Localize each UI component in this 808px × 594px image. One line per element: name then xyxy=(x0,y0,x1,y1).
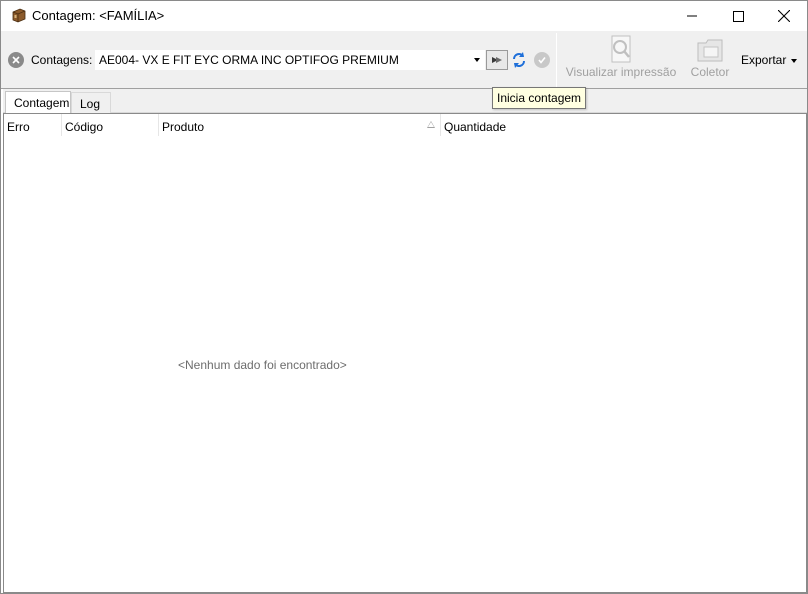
empty-grid-message: <Nenhum dado foi encontrado> xyxy=(178,358,347,372)
start-count-button[interactable] xyxy=(486,50,508,70)
tab-contagem[interactable]: Contagem xyxy=(5,91,71,114)
magnifier-preview-icon xyxy=(611,35,631,63)
tab-strip: Contagem Log xyxy=(3,89,807,114)
data-grid[interactable]: Erro Código Produto Quantidade <Nenhum d… xyxy=(3,113,807,593)
contagens-dropdown[interactable]: AE004- VX E FIT EYC ORMA INC OPTIFOG PRE… xyxy=(95,50,485,70)
export-label: Exportar xyxy=(741,53,787,67)
window-title: Contagem: <FAMÍLIA> xyxy=(32,8,165,23)
minimize-icon xyxy=(687,15,697,17)
coletor-button[interactable]: Coletor xyxy=(685,35,735,79)
folder-device-icon xyxy=(697,39,723,62)
tab-log[interactable]: Log xyxy=(71,92,111,113)
maximize-button[interactable] xyxy=(715,1,761,31)
print-preview-label: Visualizar impressão xyxy=(565,65,677,79)
column-header-erro[interactable]: Erro xyxy=(4,114,62,136)
contagens-label: Contagens: xyxy=(31,53,93,67)
close-icon xyxy=(778,10,790,22)
close-window-button[interactable] xyxy=(761,1,807,31)
grid-header: Erro Código Produto Quantidade xyxy=(4,114,806,136)
column-header-produto[interactable]: Produto xyxy=(159,114,441,136)
coletor-label: Coletor xyxy=(690,65,730,79)
play-arrow-icon xyxy=(492,57,502,63)
tooltip: Inicia contagem xyxy=(492,87,587,109)
refresh-icon[interactable] xyxy=(511,51,527,69)
check-icon xyxy=(538,57,546,64)
archive-box-icon xyxy=(12,8,26,23)
main-window: Contagem: <FAMÍLIA> Contagens: AE004- VX… xyxy=(0,0,808,594)
export-dropdown-button[interactable]: Exportar xyxy=(741,53,798,67)
clear-selection-icon[interactable] xyxy=(8,52,24,68)
contagens-selected-value: AE004- VX E FIT EYC ORMA INC OPTIFOG PRE… xyxy=(99,53,399,67)
toolbar-separator xyxy=(556,33,557,87)
sort-ascending-icon xyxy=(427,121,435,128)
column-header-quantidade[interactable]: Quantidade xyxy=(441,114,561,136)
toolbar: Contagens: AE004- VX E FIT EYC ORMA INC … xyxy=(1,31,807,89)
print-preview-button[interactable]: Visualizar impressão xyxy=(563,35,679,79)
chevron-down-icon xyxy=(791,58,798,63)
title-bar: Contagem: <FAMÍLIA> xyxy=(1,1,807,31)
maximize-icon xyxy=(732,10,744,22)
column-header-codigo[interactable]: Código xyxy=(62,114,159,136)
dropdown-arrow-icon[interactable] xyxy=(474,58,480,62)
minimize-button[interactable] xyxy=(669,1,715,31)
confirm-check-icon[interactable] xyxy=(534,52,550,68)
x-icon xyxy=(12,56,20,64)
